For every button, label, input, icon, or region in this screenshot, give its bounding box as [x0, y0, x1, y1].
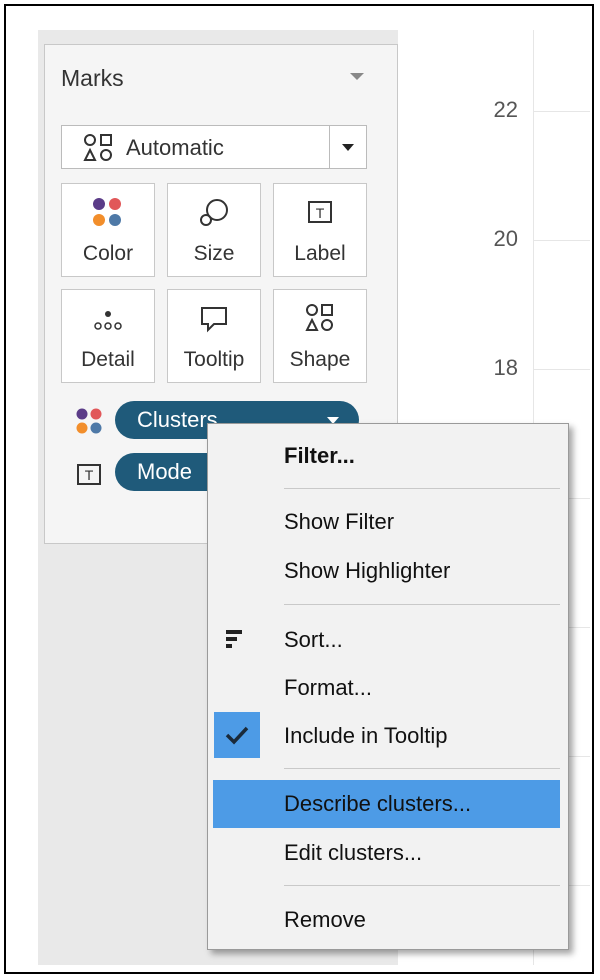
svg-text:T: T [85, 467, 94, 483]
marks-menu-caret-icon[interactable] [350, 73, 364, 80]
color-field-icon [76, 408, 102, 434]
menu-separator [284, 488, 560, 489]
menu-separator [284, 768, 560, 769]
menu-item-label: Format... [284, 675, 373, 700]
chevron-down-icon[interactable] [329, 126, 366, 168]
menu-item-label: Filter... [284, 443, 355, 468]
detail-button[interactable]: Detail [61, 289, 155, 383]
label-button[interactable]: T Label [273, 183, 367, 277]
context-menu: Filter... Show Filter Show Highlighter S… [207, 423, 569, 950]
menu-item-label: Edit clusters... [284, 840, 423, 865]
automatic-mark-icon [83, 134, 112, 161]
svg-text:T: T [316, 205, 325, 221]
mark-type-dropdown[interactable]: Automatic [61, 125, 367, 169]
menu-item-remove[interactable]: Remove [208, 898, 568, 944]
menu-item-label: Sort... [284, 627, 343, 652]
menu-separator [284, 604, 560, 605]
shape-button-label: Shape [289, 348, 351, 371]
menu-item-label: Include in Tooltip [284, 723, 448, 748]
y-tick-label: 20 [493, 226, 518, 251]
shape-button[interactable]: Shape [273, 289, 367, 383]
label-field-icon: T [77, 464, 101, 485]
sort-icon [226, 630, 242, 648]
menu-item-label: Show Highlighter [284, 558, 451, 583]
label-icon: T [308, 201, 332, 223]
size-icon [200, 199, 228, 226]
menu-separator [284, 885, 560, 886]
menu-item-show-highlighter[interactable]: Show Highlighter [208, 549, 568, 595]
menu-item-label: Show Filter [284, 509, 395, 534]
tooltip-icon [201, 307, 227, 333]
menu-item-describe-clusters[interactable]: Describe clusters... [213, 780, 560, 828]
marks-title: Marks [61, 65, 124, 91]
menu-item-sort[interactable]: Sort... [208, 618, 568, 664]
menu-item-filter[interactable]: Filter... [208, 434, 568, 480]
gridline [534, 369, 590, 370]
gridline [534, 111, 590, 112]
mark-type-label: Automatic [126, 135, 224, 160]
menu-item-label: Describe clusters... [284, 791, 472, 816]
size-button[interactable]: Size [167, 183, 261, 277]
tooltip-button-label: Tooltip [183, 348, 245, 371]
y-tick-label: 22 [493, 97, 518, 122]
color-button-label: Color [82, 242, 134, 265]
shape-icon [305, 304, 333, 331]
detail-icon [94, 311, 122, 330]
color-button[interactable]: Color [61, 183, 155, 277]
clusters-pill-label: Clusters [137, 407, 218, 432]
tooltip-button[interactable]: Tooltip [167, 289, 261, 383]
model-pill-label: Mode [137, 459, 193, 484]
size-button-label: Size [193, 242, 235, 265]
gridline [534, 240, 590, 241]
label-button-label: Label [294, 242, 346, 265]
y-tick-label: 18 [493, 355, 518, 380]
menu-item-include-in-tooltip[interactable]: Include in Tooltip [208, 714, 568, 760]
menu-item-edit-clusters[interactable]: Edit clusters... [208, 831, 568, 877]
menu-item-label: Remove [284, 907, 366, 932]
menu-item-show-filter[interactable]: Show Filter [208, 500, 568, 546]
detail-button-label: Detail [81, 348, 135, 371]
color-icon [93, 198, 121, 226]
menu-item-format[interactable]: Format... [208, 666, 568, 712]
